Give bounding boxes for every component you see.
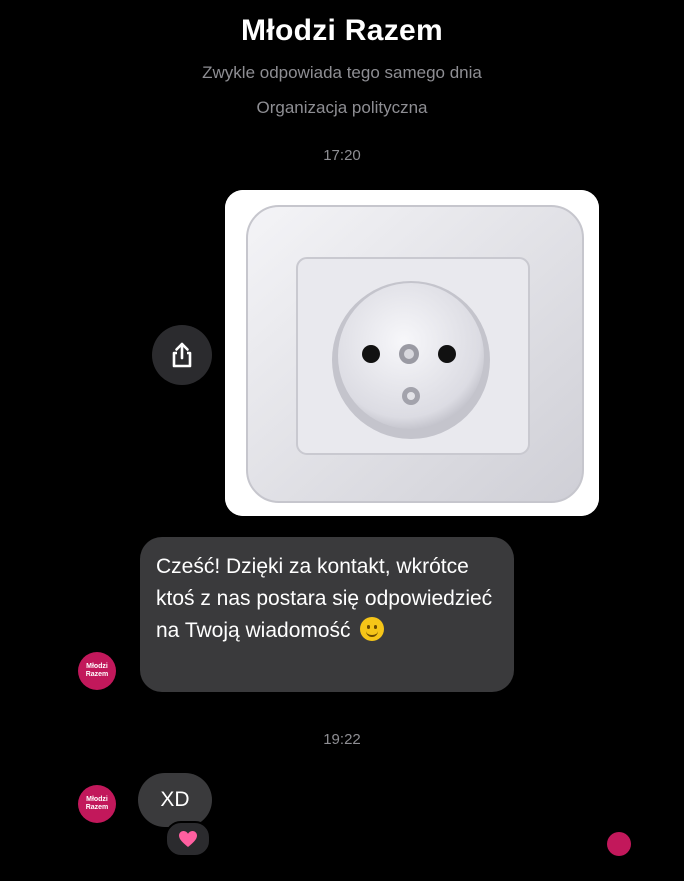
auto-reply-message[interactable]: Cześć! Dzięki za kontakt, wkrótce ktoś z… [140,537,514,692]
avatar-text-line2: Razem [85,804,109,811]
response-time-text: Zwykle odpowiada tego samego dnia [202,63,482,82]
smile-emoji-icon [360,617,385,641]
page-category-text: Organizacja polityczna [256,98,428,117]
xd-message-text: XD [160,788,190,811]
share-button[interactable] [152,325,212,385]
auto-reply-text: Cześć! Dzięki za kontakt, wkrótce ktoś z… [156,555,493,642]
avatar-text-line2: Razem [85,671,109,678]
avatar-text-line1: Młodzi [86,796,108,803]
message-timestamp: 17:20 [323,147,361,164]
sender-avatar[interactable]: Młodzi Razem [78,785,116,823]
heart-icon [179,831,197,847]
xd-message[interactable]: XD [138,773,212,827]
share-icon [172,342,192,368]
avatar-text-line1: Młodzi [86,663,108,670]
power-socket-image [225,190,599,516]
image-message-socket-photo[interactable] [225,190,599,516]
message-timestamp: 19:22 [323,731,361,748]
seen-indicator-avatar [607,832,631,856]
chat-title[interactable]: Młodzi Razem [0,14,684,48]
message-reaction[interactable] [165,821,211,857]
sender-avatar[interactable]: Młodzi Razem [78,652,116,690]
